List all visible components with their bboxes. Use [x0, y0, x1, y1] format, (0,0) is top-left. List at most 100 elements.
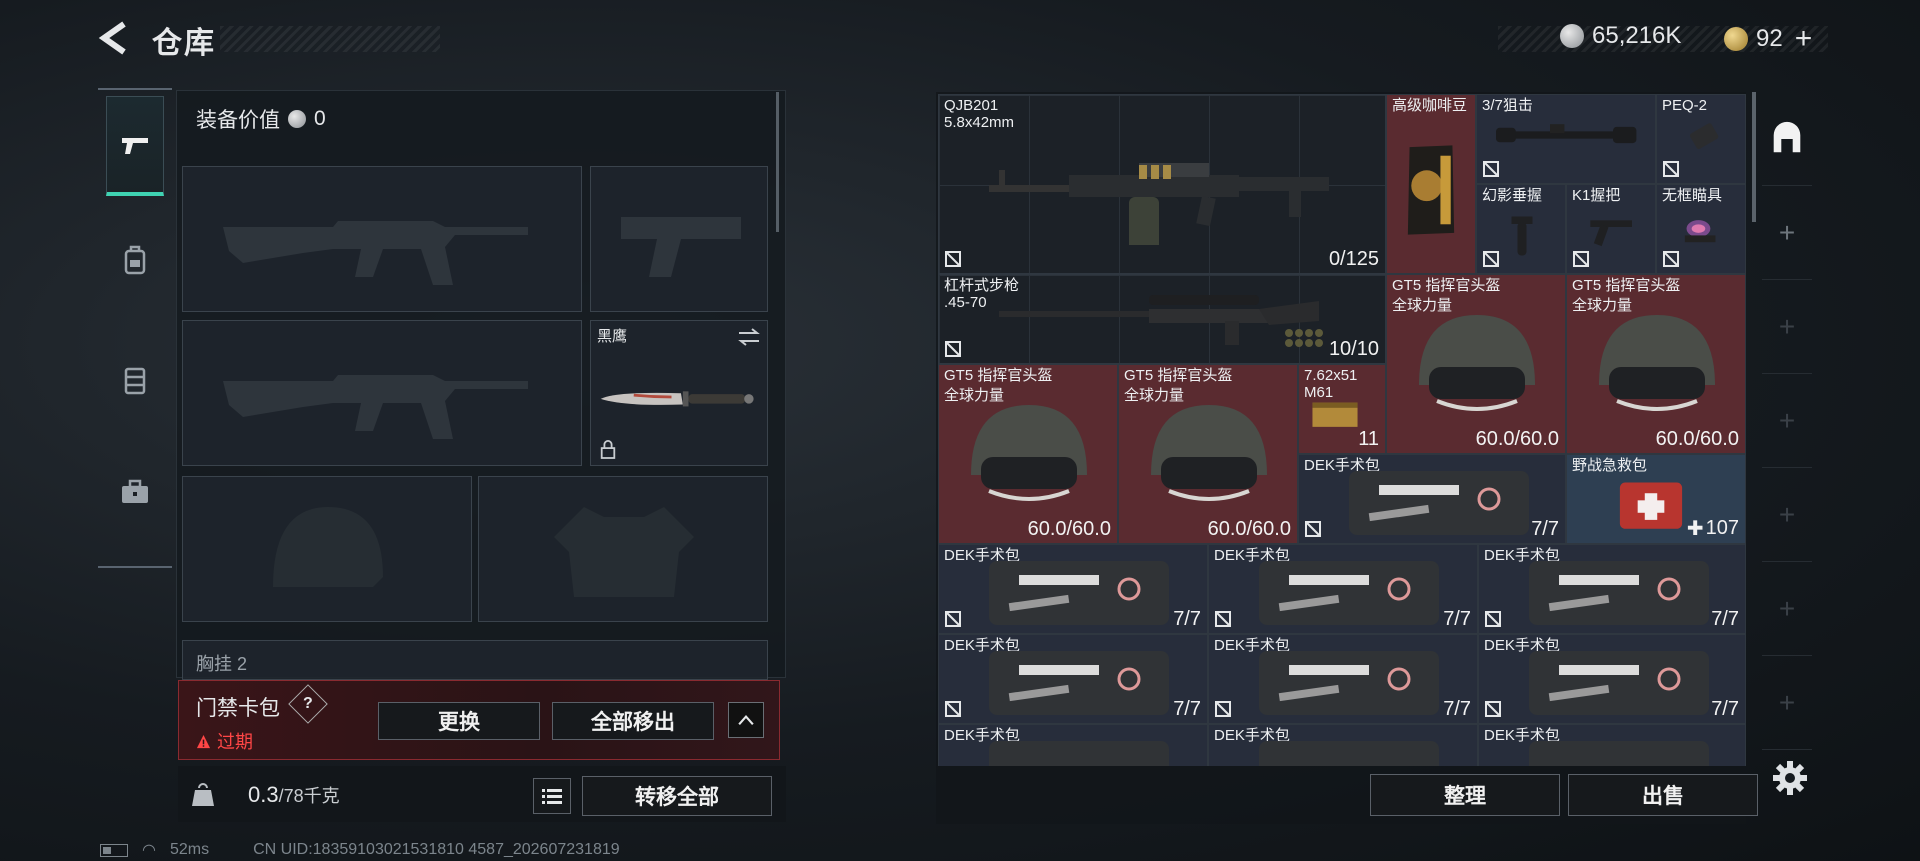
item-sub: .45-70	[944, 294, 987, 311]
stash-item-ammo[interactable]: 7.62x51 M61 11	[1298, 364, 1386, 454]
status-bar: ◠ 52ms CN UID:18359103021531810 4587_202…	[100, 840, 620, 860]
chevron-left-icon	[98, 21, 126, 55]
silver-currency: 65,216K	[1560, 22, 1681, 50]
silver-coin-icon	[1560, 24, 1584, 48]
page-title: 仓库	[152, 27, 216, 60]
item-count: 7/7	[1443, 608, 1471, 630]
unlock-icon	[1573, 251, 1589, 267]
battery-icon	[100, 843, 128, 857]
surgical-kit-icon	[1259, 561, 1439, 625]
list-view-button[interactable]	[533, 778, 571, 814]
machine-gun-icon	[989, 163, 1329, 245]
stash-item-dek-kit[interactable]: DEK手术包 7/7	[938, 544, 1208, 634]
rifle-silhouette-icon	[223, 221, 528, 285]
pistol-slot[interactable]	[590, 166, 768, 312]
stash-item-dek-kit[interactable]: DEK手术包 7/7	[1478, 544, 1746, 634]
transfer-all-button[interactable]: 转移全部	[582, 776, 772, 816]
stash-tab-add-6[interactable]: +	[1762, 656, 1812, 750]
stash-item-dek-kit[interactable]: DEK手术包 7/7	[1298, 454, 1566, 544]
category-backpack[interactable]	[106, 210, 164, 310]
item-count: 11	[1358, 428, 1379, 450]
unlock-icon	[1483, 251, 1499, 267]
stash-item-qjb201[interactable]: QJB201 5.8x42mm 0/125	[938, 94, 1386, 274]
unlock-icon	[1663, 251, 1679, 267]
stash-item-phantom-grip[interactable]: 幻影垂握	[1476, 184, 1566, 274]
stash-item-dek-kit[interactable]: DEK手术包 7/7	[1208, 634, 1478, 724]
sell-button[interactable]: 出售	[1568, 774, 1758, 816]
sniper-scope-icon	[1496, 124, 1637, 144]
list-icon	[542, 789, 562, 804]
remove-all-button[interactable]: 全部移出	[552, 702, 714, 740]
stash-home-icon	[1773, 121, 1801, 152]
melee-slot[interactable]: 黑鹰	[590, 320, 768, 466]
unlock-icon	[1483, 161, 1499, 177]
add-currency-button[interactable]: +	[1795, 22, 1813, 56]
stash-item-dek-kit[interactable]: DEK手术包	[1208, 724, 1478, 766]
reflex-sight-icon	[1684, 220, 1716, 243]
category-vest[interactable]	[106, 330, 164, 430]
stash-item-helmet[interactable]: GT5 指挥官头盔 全球力量 60.0/60.0	[1386, 274, 1566, 454]
stash-item-dek-kit[interactable]: DEK手术包 7/7	[1478, 634, 1746, 724]
item-name: 7.62x51	[1304, 367, 1358, 384]
settings-button[interactable]	[1772, 760, 1808, 796]
helmet-icon	[971, 405, 1087, 501]
stash-item-dek-kit[interactable]: DEK手术包	[1478, 724, 1746, 766]
stash-item-coffee[interactable]: 高级咖啡豆	[1386, 94, 1476, 274]
pistol-icon	[122, 137, 148, 154]
stash-item-helmet[interactable]: GT5 指挥官头盔 全球力量 60.0/60.0	[1566, 274, 1746, 454]
sort-button[interactable]: 整理	[1370, 774, 1560, 816]
equip-value-label: 装备价值	[196, 109, 280, 132]
stash-tab-add-5[interactable]: +	[1762, 562, 1812, 656]
stash-tab-add-3[interactable]: +	[1762, 374, 1812, 468]
helmet-slot[interactable]	[182, 476, 472, 622]
help-label: ?	[303, 695, 313, 712]
collapse-button[interactable]	[728, 702, 764, 738]
stash-tab-add-1[interactable]: +	[1762, 186, 1812, 280]
stash-item-peq2[interactable]: PEQ-2	[1656, 94, 1746, 184]
replace-button[interactable]: 更换	[378, 702, 540, 740]
gold-currency: 92 +	[1724, 22, 1812, 56]
chest-rig-slot[interactable]	[182, 640, 768, 680]
stash-item-frameless-sight[interactable]: 无框瞄具	[1656, 184, 1746, 274]
stash-tab-add-4[interactable]: +	[1762, 468, 1812, 562]
silver-amount: 65,216K	[1592, 22, 1682, 49]
item-count: 60.0/60.0	[1207, 518, 1291, 540]
weight-icon	[192, 783, 214, 806]
gold-amount: 92	[1756, 25, 1783, 52]
item-name: GT5 指挥官头盔	[944, 367, 1053, 384]
stash-item-k1-grip[interactable]: K1握把	[1566, 184, 1656, 274]
swap-icon[interactable]	[737, 327, 761, 347]
unlock-icon	[1305, 521, 1321, 537]
stash-scrollbar[interactable]	[1752, 92, 1756, 222]
category-weapons[interactable]	[106, 96, 164, 196]
back-button[interactable]	[96, 18, 132, 58]
access-card-title: 门禁卡包	[196, 697, 280, 720]
stash-tab-add-2[interactable]: +	[1762, 280, 1812, 374]
stash-item-lever-rifle[interactable]: 杠杆式步枪 .45-70 10/10	[938, 274, 1386, 364]
loadout-scrollbar[interactable]	[776, 92, 779, 232]
gear-icon	[1773, 761, 1807, 795]
expired-text: 过期	[217, 732, 253, 752]
stash-item-field-medkit[interactable]: 野战急救包 ✚ 107	[1566, 454, 1746, 544]
stash-item-helmet[interactable]: GT5 指挥官头盔 全球力量 60.0/60.0	[1118, 364, 1298, 544]
unlock-icon	[945, 251, 961, 267]
weight-kg-icon	[190, 782, 216, 808]
stash-item-dek-kit[interactable]: DEK手术包	[938, 724, 1208, 766]
stash-item-scope[interactable]: 3/7狙击	[1476, 94, 1656, 184]
item-name: 幻影垂握	[1482, 187, 1543, 204]
item-count: 7/7	[1711, 698, 1739, 720]
primary-weapon-slot-2[interactable]	[182, 320, 582, 466]
item-name: 3/7狙击	[1482, 97, 1533, 114]
armor-slot[interactable]	[478, 476, 768, 622]
surgical-kit-icon	[989, 741, 1169, 766]
knife-icon	[600, 391, 754, 407]
category-briefcase[interactable]	[106, 442, 164, 542]
stash-item-dek-kit[interactable]: DEK手术包 7/7	[938, 634, 1208, 724]
chevron-up-icon	[738, 714, 754, 725]
item-count: 60.0/60.0	[1027, 518, 1111, 540]
stash-tab-main[interactable]	[1762, 92, 1812, 186]
stash-item-helmet[interactable]: GT5 指挥官头盔 全球力量 60.0/60.0	[938, 364, 1118, 544]
category-column	[98, 88, 172, 568]
primary-weapon-slot-1[interactable]	[182, 166, 582, 312]
stash-item-dek-kit[interactable]: DEK手术包 7/7	[1208, 544, 1478, 634]
